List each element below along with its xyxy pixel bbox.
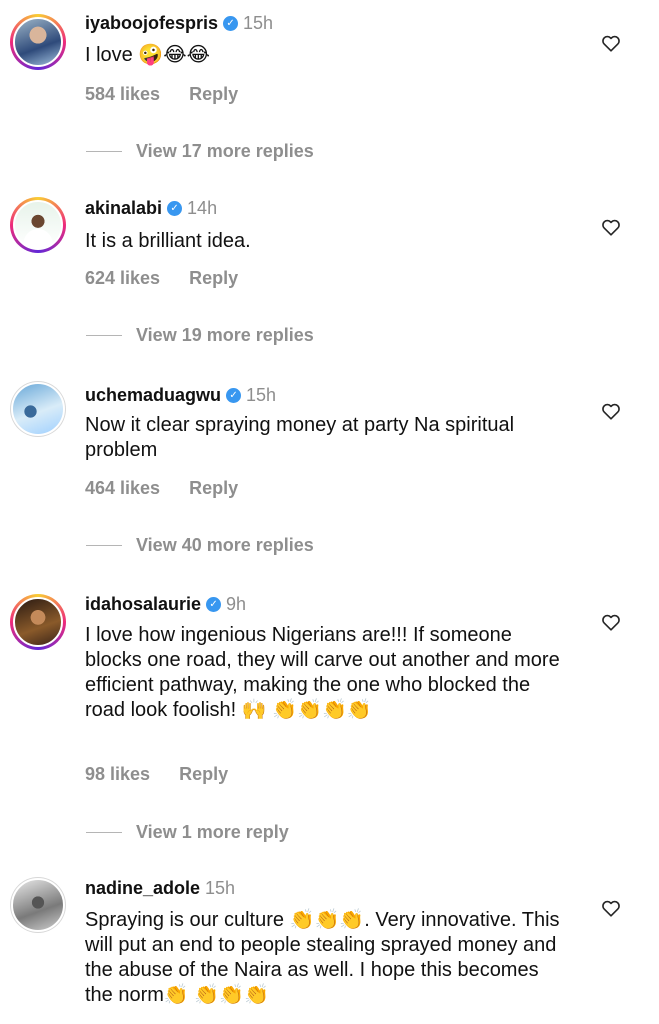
heart-icon[interactable]	[600, 897, 622, 919]
verified-badge-icon: ✓	[167, 201, 183, 216]
comment-header: nadine_adole 15h	[85, 878, 235, 899]
timestamp: 14h	[187, 198, 218, 218]
likes-count[interactable]: 98 likes	[85, 764, 150, 784]
avatar-image	[13, 597, 63, 647]
reply-button[interactable]: Reply	[189, 478, 238, 498]
heart-icon[interactable]	[600, 611, 622, 633]
avatar-image	[11, 382, 65, 436]
timestamp: 15h	[246, 385, 277, 405]
username[interactable]: iyaboojofespris	[85, 13, 218, 34]
view-replies-button[interactable]: View 19 more replies	[86, 325, 314, 346]
reply-button[interactable]: Reply	[189, 84, 238, 104]
username[interactable]: akinalabi	[85, 198, 162, 219]
avatar[interactable]	[10, 14, 66, 70]
reply-button[interactable]: Reply	[189, 268, 238, 288]
avatar[interactable]	[10, 594, 66, 650]
view-replies-button[interactable]: View 17 more replies	[86, 141, 314, 162]
comment-text: I love 🤪😂😂	[85, 44, 210, 66]
avatar[interactable]	[10, 381, 66, 437]
avatar[interactable]	[10, 197, 66, 253]
view-replies-label: View 19 more replies	[136, 325, 314, 345]
view-replies-button[interactable]: View 1 more reply	[86, 822, 289, 843]
comment-actions: 584 likes Reply	[85, 84, 262, 105]
likes-count[interactable]: 624 likes	[85, 268, 160, 288]
comment-header: idahosalaurie ✓ 9h	[85, 594, 246, 615]
timestamp: 15h	[205, 878, 236, 898]
timestamp: 9h	[226, 594, 247, 614]
comment-header: akinalabi ✓ 14h	[85, 198, 217, 219]
comment-actions: 624 likes Reply	[85, 268, 262, 289]
heart-icon[interactable]	[600, 32, 622, 54]
username[interactable]: nadine_adole	[85, 878, 200, 899]
view-replies-label: View 17 more replies	[136, 141, 314, 161]
avatar-image	[13, 200, 63, 250]
avatar-image	[13, 17, 63, 67]
comment-actions: 464 likes Reply	[85, 478, 262, 499]
comment-text: Now it clear spraying money at party Na …	[85, 414, 515, 461]
reply-button[interactable]: Reply	[179, 764, 228, 784]
avatar-image	[11, 878, 65, 932]
comment-text: It is a brilliant idea.	[85, 230, 251, 252]
verified-badge-icon: ✓	[226, 388, 242, 403]
verified-badge-icon: ✓	[223, 16, 239, 31]
comment-header: uchemaduagwu ✓ 15h	[85, 385, 276, 406]
heart-icon[interactable]	[600, 216, 622, 238]
view-replies-label: View 1 more reply	[136, 822, 289, 842]
replies-divider	[86, 832, 122, 833]
view-replies-label: View 40 more replies	[136, 535, 314, 555]
replies-divider	[86, 335, 122, 336]
comment-text: Spraying is our culture 👏👏👏. Very innova…	[85, 909, 560, 1006]
avatar[interactable]	[10, 877, 66, 933]
timestamp: 15h	[243, 13, 274, 33]
comment-text: I love how ingenious Nigerians are!!! If…	[85, 624, 560, 721]
heart-icon[interactable]	[600, 400, 622, 422]
likes-count[interactable]: 584 likes	[85, 84, 160, 104]
view-replies-button[interactable]: View 40 more replies	[86, 535, 314, 556]
comment-header: iyaboojofespris ✓ 15h	[85, 13, 273, 34]
username[interactable]: idahosalaurie	[85, 594, 201, 615]
replies-divider	[86, 545, 122, 546]
likes-count[interactable]: 464 likes	[85, 478, 160, 498]
replies-divider	[86, 151, 122, 152]
comment-actions: 98 likes Reply	[85, 764, 252, 785]
username[interactable]: uchemaduagwu	[85, 385, 221, 406]
verified-badge-icon: ✓	[206, 597, 222, 612]
